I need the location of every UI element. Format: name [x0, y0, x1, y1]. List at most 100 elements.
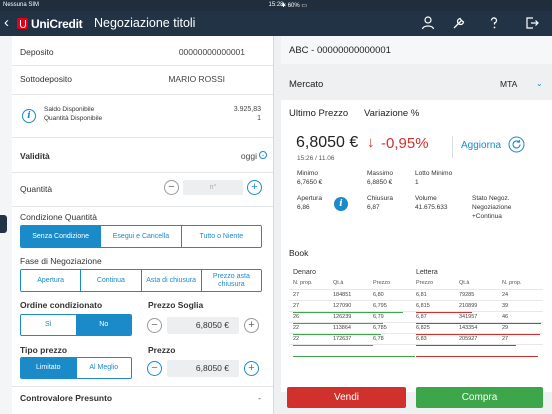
bid-count: 27: [289, 289, 329, 301]
sottodeposito-value: MARIO ROSSI: [168, 74, 225, 84]
segment-esegui-e-cancella[interactable]: Esegui e Cancella: [100, 226, 181, 247]
battery-level: 60%: [287, 3, 300, 9]
bid-depth-bar: [293, 356, 415, 357]
column-header: Qt.à: [455, 278, 498, 290]
aggiorna-link[interactable]: Aggiorna: [461, 140, 501, 151]
tipo-prezzo-segmented: Limitato Al Meglio: [20, 357, 132, 379]
sottodeposito-label: Sottodeposito: [20, 74, 72, 84]
segment-prezzo-asta-chiusura[interactable]: Prezzo asta chiusura: [200, 270, 261, 291]
divider: [12, 206, 273, 207]
ask-depth-bar: [416, 323, 541, 324]
apertura-label: Apertura: [297, 195, 322, 202]
variation-percent: -0,95%: [381, 135, 429, 152]
bid-count: 27: [289, 300, 329, 312]
segment-asta-di-chiusura[interactable]: Asta di chiusura: [140, 270, 201, 291]
volume-value: 41.675.633: [415, 204, 448, 211]
compra-button[interactable]: Compra: [416, 387, 543, 408]
ask-depth-bar: [416, 312, 472, 313]
segment-apertura[interactable]: Apertura: [21, 270, 81, 291]
quantita-disponibile-label: Quantità Disponibile: [44, 115, 103, 122]
chevron-down-icon[interactable]: ⌄: [259, 151, 267, 159]
quantita-disponibile-value: 1: [257, 115, 261, 122]
bid-depth-bar: [293, 312, 403, 313]
ask-count: 24: [498, 289, 543, 301]
prezzo-soglia-increment-button[interactable]: +: [244, 318, 259, 333]
ask-qty: 79285: [455, 289, 498, 301]
ordine-condizionato-segmented: Sì No: [20, 314, 132, 336]
sottodeposito-row[interactable]: Sottodeposito MARIO ROSSI: [20, 69, 265, 89]
order-book: Book Denaro Lettera N. prop. Qt.à Prezzo…: [281, 242, 552, 392]
segment-continua[interactable]: Continua: [80, 270, 141, 291]
help-icon[interactable]: [486, 15, 502, 31]
validita-row[interactable]: Validità oggi ⌄: [20, 144, 267, 164]
fase-negoziazione-segmented: Apertura Continua Asta di chiusura Prezz…: [20, 269, 262, 292]
prezzo-soglia-decrement-button[interactable]: −: [147, 318, 162, 333]
ordine-condizionato-label: Ordine condizionato: [20, 300, 103, 310]
volume-label: Volume: [415, 195, 437, 202]
divider: [12, 94, 273, 95]
ask-depth-bar: [416, 356, 538, 357]
quantita-input[interactable]: n°: [183, 180, 243, 195]
divider: [452, 136, 453, 158]
segment-tutto-o-niente[interactable]: Tutto o Niente: [180, 226, 261, 247]
tools-icon[interactable]: [451, 15, 467, 31]
divider: [12, 172, 273, 173]
vendi-button[interactable]: Vendi: [287, 387, 406, 408]
ask-count: 46: [498, 311, 543, 323]
side-panel-handle[interactable]: [0, 215, 7, 233]
segment-si[interactable]: Sì: [21, 315, 76, 335]
denaro-label: Denaro: [293, 269, 316, 276]
controvalore-label: Controvalore Presunto: [20, 393, 113, 403]
bid-price: 6,80: [369, 289, 412, 301]
back-chevron-icon[interactable]: ‹: [4, 15, 9, 30]
unicredit-logo-icon: [17, 18, 28, 29]
column-header: Qt.à: [329, 278, 369, 290]
massimo-label: Massimo: [367, 170, 394, 177]
segment-al-meglio[interactable]: Al Meglio: [75, 358, 131, 378]
prezzo-increment-button[interactable]: +: [244, 361, 259, 376]
logout-icon[interactable]: [524, 15, 540, 31]
order-form-panel: Deposito 00000000000001 Sottodeposito MA…: [12, 36, 274, 414]
saldo-label: Saldo Disponibile: [44, 106, 95, 113]
divider: [12, 65, 273, 66]
ask-count: 39: [498, 300, 543, 312]
prezzo-input[interactable]: 6,8050 €: [167, 360, 239, 377]
condizione-quantita-segmented: Senza Condizione Esegui e Cancella Tutto…: [20, 225, 262, 248]
arrow-down-icon: ↓: [367, 134, 375, 151]
user-icon[interactable]: [420, 15, 436, 31]
security-title: ABC - 00000000000001: [289, 45, 391, 56]
segment-no[interactable]: No: [75, 315, 131, 335]
prezzo-soglia-input[interactable]: 6,8050 €: [167, 317, 239, 334]
massimo-value: 6,8850 €: [367, 179, 393, 186]
bid-depth-bar: [293, 334, 381, 335]
info-icon[interactable]: i: [22, 109, 36, 123]
validita-value: oggi: [240, 151, 257, 161]
segment-limitato[interactable]: Limitato: [21, 358, 76, 378]
security-detail-panel: ABC - 00000000000001 Mercato MTA ⌄ Ultim…: [281, 36, 552, 414]
prezzo-label: Prezzo: [148, 345, 176, 355]
quantita-increment-button[interactable]: +: [247, 180, 262, 195]
tipo-prezzo-label: Tipo prezzo: [20, 345, 68, 355]
mercato-row[interactable]: Mercato MTA ⌄: [281, 66, 552, 102]
status-bar: Nessuna SIM 15:28 ✱ 60% ▭: [0, 0, 552, 11]
page-title: Negoziazione titoli: [94, 16, 196, 30]
fase-negoziazione-label: Fase di Negoziazione: [20, 256, 102, 266]
ultimo-prezzo-label: Ultimo Prezzo: [289, 108, 349, 119]
controvalore-value: -: [258, 393, 261, 403]
condizione-quantita-label: Condizione Quantità: [20, 212, 98, 222]
deposito-row[interactable]: Deposito 00000000000001: [20, 42, 265, 62]
mercato-value: MTA: [500, 79, 518, 89]
info-icon[interactable]: i: [334, 197, 348, 211]
mercato-label: Mercato: [289, 79, 324, 90]
validita-label: Validità: [20, 151, 50, 161]
bid-qty: 184851: [329, 289, 369, 301]
refresh-icon[interactable]: [508, 136, 525, 153]
divider: [12, 386, 273, 387]
quantita-decrement-button[interactable]: −: [164, 180, 179, 195]
quantita-row: Quantità − n° +: [20, 176, 265, 200]
prezzo-decrement-button[interactable]: −: [147, 361, 162, 376]
bid-depth-bar: [293, 323, 383, 324]
unicredit-logo: UniCredit: [17, 17, 83, 31]
segment-senza-condizione[interactable]: Senza Condizione: [21, 226, 101, 247]
variazione-label: Variazione %: [364, 108, 420, 119]
